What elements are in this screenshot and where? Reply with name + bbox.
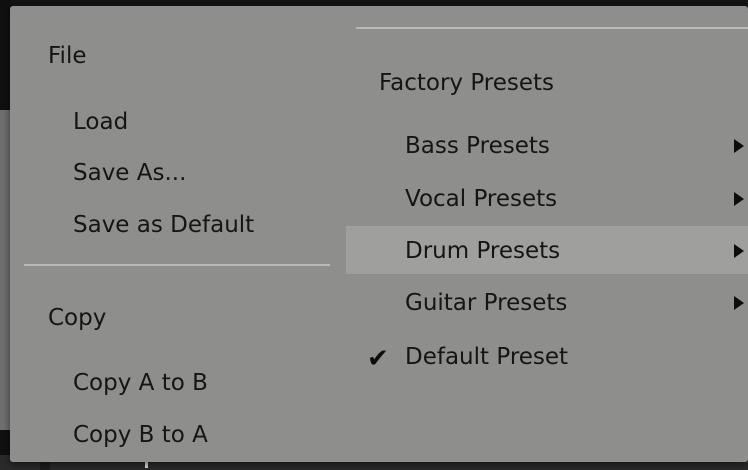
submenu-arrow-icon [734,244,744,258]
menu-item-copy-b-to-a[interactable]: Copy B to A [73,420,208,450]
menu-item-load[interactable]: Load [73,107,128,137]
preset-context-menu: File Load Save As... Save as Default Cop… [10,6,748,462]
submenu-arrow-icon [734,296,744,310]
menu-separator [24,264,330,266]
menu-item-bass-presets[interactable]: Bass Presets [405,131,550,161]
guitar-presets-label: Guitar Presets [405,290,568,316]
menu-item-save-as[interactable]: Save As... [73,158,186,188]
checkmark-icon: ✔ [367,344,389,374]
menu-separator-top [356,27,748,29]
submenu-arrow-icon [734,192,744,206]
vocal-presets-label: Vocal Presets [405,186,558,212]
menu-item-copy-a-to-b[interactable]: Copy A to B [73,368,208,398]
menu-item-guitar-presets[interactable]: Guitar Presets [405,288,567,318]
drum-presets-label: Drum Presets [405,238,561,264]
factory-presets-header: Factory Presets [379,70,555,96]
copy-section-header: Copy [48,305,107,331]
default-preset-label: Default Preset [405,344,569,370]
bass-presets-label: Bass Presets [405,133,550,159]
file-section-header: File [48,43,87,69]
menu-item-drum-presets[interactable]: Drum Presets [405,236,560,266]
menu-item-vocal-presets[interactable]: Vocal Presets [405,184,557,214]
app-background: File Load Save As... Save as Default Cop… [0,0,748,470]
menu-item-default-preset[interactable]: Default Preset [405,342,568,372]
menu-item-save-as-default[interactable]: Save as Default [73,210,254,240]
submenu-arrow-icon [734,139,744,153]
